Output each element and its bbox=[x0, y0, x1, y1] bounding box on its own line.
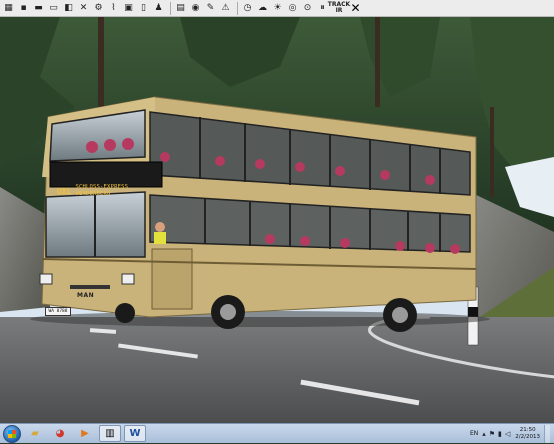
toolbar-separator bbox=[237, 1, 238, 15]
arrow-up-icon[interactable]: ▴ bbox=[482, 430, 486, 438]
close-icon[interactable]: ✕ bbox=[349, 2, 362, 15]
route-number: UXL bbox=[57, 186, 72, 196]
scene-graphic bbox=[0, 17, 554, 423]
light-icon[interactable]: ☀ bbox=[271, 2, 284, 15]
omsi-app-icon[interactable]: ▥ bbox=[99, 425, 121, 442]
delete-vehicle-icon[interactable]: ✕ bbox=[77, 2, 90, 15]
start-button[interactable] bbox=[3, 424, 21, 443]
chrome-icon[interactable]: ◕ bbox=[49, 425, 71, 442]
flag-icon[interactable]: ⚑ bbox=[489, 430, 495, 438]
simulator-toolbar: ▦ ▪ ▬ ▭ ◧ ✕ ⚙ ⌇ ▣ ▯ ♟ ▤ ◉ ✎ ⚠ ◷ ☁ ☀ ◎ ⊙ ⏸ TRACK IR ✕ bbox=[0, 0, 554, 17]
folder-icon[interactable]: ▰ bbox=[24, 425, 46, 442]
map-icon[interactable]: ▦ bbox=[2, 2, 15, 15]
camera-icon[interactable]: ◉ bbox=[189, 2, 202, 15]
clock-time: 21:50 bbox=[519, 426, 536, 433]
vehicle-icon[interactable]: ◧ bbox=[62, 2, 75, 15]
save-icon[interactable]: ▪ bbox=[17, 2, 30, 15]
license-plate: WA 8788 bbox=[45, 307, 71, 316]
tools-icon[interactable]: ✎ bbox=[204, 2, 217, 15]
warning-icon[interactable]: ⚠ bbox=[219, 2, 232, 15]
eye-icon[interactable]: ◎ bbox=[286, 2, 299, 15]
network-icon[interactable]: ▮ bbox=[498, 430, 502, 438]
bus-icon[interactable]: ▬ bbox=[32, 2, 45, 15]
object-icon[interactable]: ▣ bbox=[122, 2, 135, 15]
system-tray: EN ▴ ⚑ ▮ ◁ 21:50 2/2/2013 bbox=[470, 424, 554, 444]
destination-sign: UXL SCHLOSS-EXPRESS WENDERBERG bbox=[54, 180, 162, 202]
timetable-icon[interactable]: ▤ bbox=[174, 2, 187, 15]
windows-taskbar: ▰ ◕ ▶ ▥ W EN ▴ ⚑ ▮ ◁ 21:50 2/2/2013 bbox=[0, 423, 554, 443]
page-icon[interactable]: ▯ bbox=[137, 2, 150, 15]
show-desktop-button[interactable] bbox=[544, 424, 550, 443]
destination-line-1: SCHLOSS-EXPRESS bbox=[75, 184, 129, 190]
toolbar-separator bbox=[170, 1, 171, 15]
clock[interactable]: 21:50 2/2/2013 bbox=[515, 427, 540, 441]
clock-icon[interactable]: ◷ bbox=[241, 2, 254, 15]
media-player-icon[interactable]: ▶ bbox=[74, 425, 96, 442]
bus-route-icon[interactable]: ▭ bbox=[47, 2, 60, 15]
person-icon[interactable]: ♟ bbox=[152, 2, 165, 15]
clock-date: 2/2/2013 bbox=[515, 433, 540, 440]
track-sub-label: IR bbox=[335, 7, 343, 14]
bus-brand-badge: MAN bbox=[77, 292, 95, 299]
game-viewport[interactable]: UXL SCHLOSS-EXPRESS WENDERBERG MAN WA 87… bbox=[0, 17, 554, 423]
language-indicator[interactable]: EN bbox=[470, 430, 478, 437]
destination-line-2: WENDERBERG bbox=[75, 191, 111, 197]
camera-view-icon[interactable]: ⊙ bbox=[301, 2, 314, 15]
weather-icon[interactable]: ☁ bbox=[256, 2, 269, 15]
word-icon[interactable]: W bbox=[124, 425, 146, 442]
track-ir-button[interactable]: TRACK IR bbox=[328, 2, 350, 15]
spline-icon[interactable]: ⌇ bbox=[107, 2, 120, 15]
volume-icon[interactable]: ◁ bbox=[505, 430, 510, 438]
settings-icon[interactable]: ⚙ bbox=[92, 2, 105, 15]
